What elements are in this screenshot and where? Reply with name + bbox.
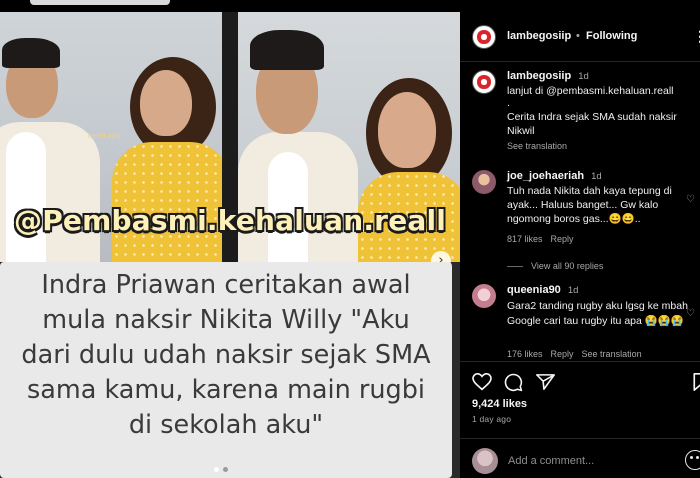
progress-pill [30, 0, 170, 5]
comment-likes[interactable]: 176 likes [507, 349, 543, 359]
comment-username[interactable]: queenia90 1d [507, 284, 578, 296]
caption-line: Cerita Indra sejak SMA sudah naksir [507, 111, 677, 123]
bookmark-icon[interactable] [693, 373, 700, 391]
comment-time: 1d [567, 285, 579, 296]
see-translation-link[interactable]: See translation [507, 141, 567, 151]
comments-panel: lambegosiip • Following ⋮ lambegosiip 1d… [460, 12, 700, 478]
header-username[interactable]: lambegosiip [507, 30, 571, 42]
paper-plane-icon[interactable] [536, 373, 555, 391]
heart-icon[interactable]: ♡ [686, 194, 695, 205]
view-replies-text[interactable]: View all 90 replies [531, 261, 603, 271]
comment-time: 1d [591, 171, 602, 182]
comment-username-text[interactable]: joe_joehaeriah [507, 170, 584, 182]
comment-meta: 817 likes Reply [507, 234, 582, 244]
view-replies-link[interactable]: View all 90 replies [507, 261, 611, 271]
watermark-text: @Pembasmi.kehaluan.reall [14, 204, 447, 237]
reply-button[interactable]: Reply [551, 349, 574, 359]
quote-line: dari dulu udah naksir sejak SMA [21, 340, 431, 370]
emoji-icon[interactable] [685, 450, 700, 470]
comment-line: ngomong boros gas...😄😄.. [507, 213, 641, 225]
caption-username[interactable]: lambegosiip 1d [507, 70, 589, 82]
caption-time: 1d [578, 71, 589, 82]
comment-icon[interactable] [504, 373, 523, 392]
carousel-dots [214, 467, 228, 472]
avatar[interactable] [472, 284, 496, 308]
post-time: 1 day ago [472, 414, 512, 424]
caption-username-text[interactable]: lambegosiip [507, 70, 571, 82]
quote-line: di sekolah aku" [128, 410, 324, 440]
caption-line: . [507, 97, 510, 109]
comment-line: Tuh nada Nikita dah kaya tepung di [507, 185, 672, 197]
quote-text: Indra Priawan ceritakan awal mula naksir… [0, 268, 452, 443]
post-likes[interactable]: 9,424 likes [472, 398, 527, 410]
post-header: lambegosiip • Following ⋮ [460, 12, 700, 62]
reply-button[interactable]: Reply [551, 234, 574, 244]
reply-line [507, 266, 523, 268]
comment-username[interactable]: joe_joehaeriah 1d [507, 170, 602, 182]
avatar[interactable] [472, 70, 496, 94]
comment-line: ayak... Haluus banget... Gw kalo [507, 199, 659, 211]
divider [460, 361, 700, 362]
divider [460, 438, 700, 439]
separator-dot: • [576, 30, 580, 42]
quote-line: mula naksir Nikita Willy "Aku [42, 305, 410, 335]
dot [223, 467, 228, 472]
quote-line: Indra Priawan ceritakan awal [41, 270, 411, 300]
avatar [472, 448, 498, 474]
more-icon[interactable]: ⋮ [693, 28, 700, 45]
avatar[interactable] [472, 170, 496, 194]
see-translation-link[interactable]: See translation [582, 349, 642, 359]
top-strip [0, 0, 700, 12]
comment-line: Gara2 tanding rugby aku lgsg ke mbah [507, 300, 688, 312]
comment-line: Google cari tau rugby itu apa 😭😭😭 [507, 315, 684, 327]
following-button[interactable]: Following [586, 30, 637, 42]
heart-icon[interactable] [472, 373, 492, 391]
dot-active [214, 467, 219, 472]
caption-tag: demi apa [88, 132, 121, 140]
comment-likes[interactable]: 817 likes [507, 234, 543, 244]
caption-line: Nikwil [507, 125, 535, 137]
quote-line: sama kamu, karena main rugbi [26, 375, 425, 405]
comment-meta: 176 likes Reply See translation [507, 349, 650, 359]
avatar[interactable] [472, 25, 496, 49]
caption-line: lanjut di @pembasmi.kehaluan.reall [507, 85, 674, 97]
heart-icon[interactable]: ♡ [686, 308, 695, 319]
comment-username-text[interactable]: queenia90 [507, 284, 561, 296]
add-comment-input[interactable]: Add a comment... [508, 455, 594, 467]
